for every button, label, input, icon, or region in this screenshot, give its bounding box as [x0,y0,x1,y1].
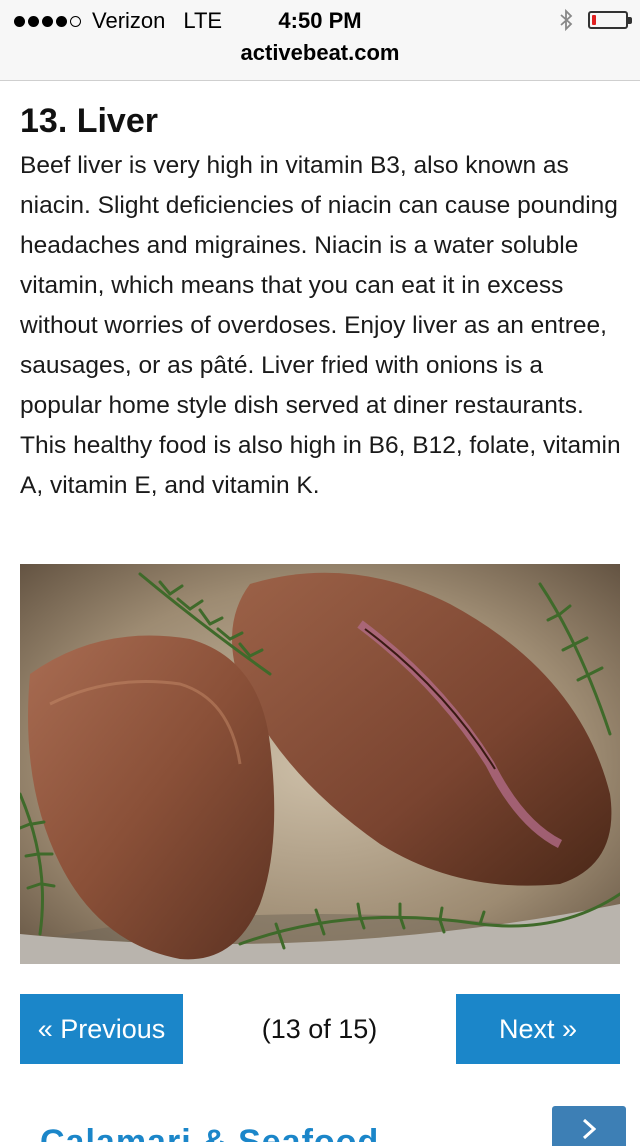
url-bar[interactable]: activebeat.com [0,40,640,66]
bluetooth-icon [560,8,573,32]
chevron-right-icon [582,1118,596,1140]
article-body: Beef liver is very high in vitamin B3, a… [20,152,621,499]
status-time: 4:50 PM [278,8,362,33]
fried-liver-image [20,564,620,964]
article-title: 13. Liver [20,102,158,140]
liver-photo [20,564,620,964]
next-article-button[interactable] [552,1106,626,1146]
browser-top-bar: Verizon LTE 4:50 PM activebeat.com [0,0,640,81]
page-indicator: (13 of 15) [261,1013,378,1044]
next-article-link[interactable]: Calamari & Seafood [40,1112,520,1142]
battery-icon [588,11,632,29]
status-bar-right [558,8,632,32]
article: 13. Liver Beef liver is very high in vit… [20,100,625,506]
next-button[interactable]: Next » [456,994,620,1064]
previous-button[interactable]: « Previous [20,994,183,1064]
